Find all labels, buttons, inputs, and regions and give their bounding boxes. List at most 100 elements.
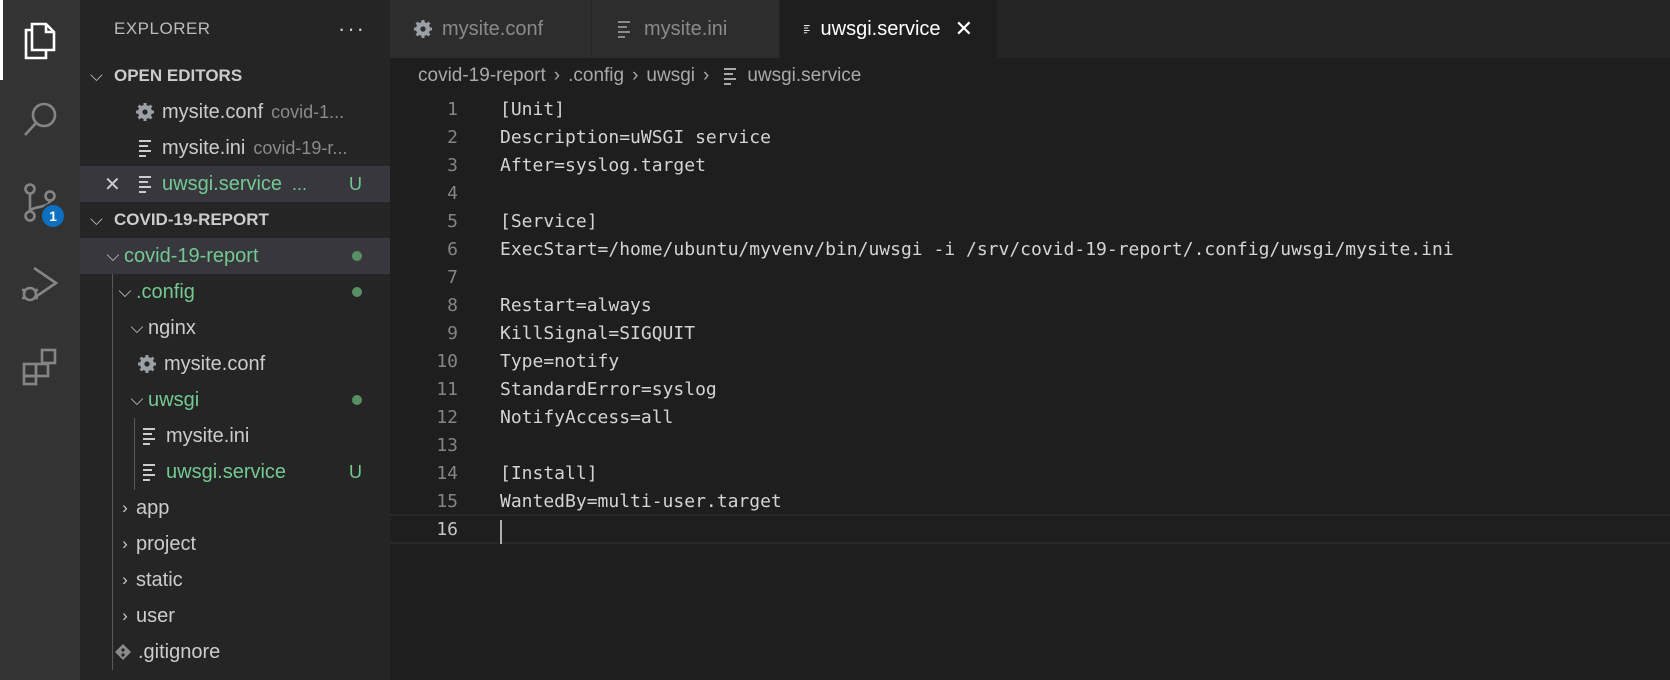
open-editor-desc: covid-1...: [271, 101, 345, 122]
code-line[interactable]: 11 StandardError=syslog: [390, 374, 1670, 404]
chevron-right-icon: ›: [122, 606, 128, 625]
code-line[interactable]: 6 ExecStart=/home/ubuntu/myvenv/bin/uwsgi…: [390, 234, 1670, 264]
code-line[interactable]: 5 [Service]: [390, 206, 1670, 236]
git-icon: [115, 644, 131, 660]
tree-folder-config[interactable]: ⌵ .config: [80, 274, 390, 310]
tree-label: .gitignore: [138, 640, 221, 663]
search-icon: [24, 102, 57, 136]
project-section[interactable]: ⌵ COVID-19-REPORT: [80, 202, 390, 238]
code-line[interactable]: 15 WantedBy=multi-user.target: [390, 486, 1670, 516]
indent-guide: [112, 454, 113, 490]
indent-guide: [134, 454, 135, 490]
line-number: 13: [436, 434, 458, 456]
code-line[interactable]: 8 Restart=always: [390, 290, 1670, 320]
tree-file-nginx-conf[interactable]: mysite.conf: [80, 346, 390, 382]
code-line[interactable]: 12 NotifyAccess=all: [390, 402, 1670, 432]
line-number: 4: [447, 182, 458, 204]
indent-guide: [112, 634, 113, 670]
tab-label: uwsgi.service: [820, 17, 941, 40]
code-editor[interactable]: 1 [Unit] 2 Description=uWSGI service 3 After=…: [390, 94, 1670, 680]
scm-badge: 1: [40, 203, 66, 229]
code-line[interactable]: 10 Type=notify: [390, 346, 1670, 376]
close-icon[interactable]: ✕: [104, 172, 134, 197]
source-control-activity[interactable]: 1: [0, 162, 80, 242]
indent-guide: [112, 598, 113, 634]
lines-icon: [143, 464, 155, 481]
code-line[interactable]: 4: [390, 178, 1670, 208]
breadcrumb-item[interactable]: .config: [568, 65, 624, 87]
tree-folder-user[interactable]: › user: [80, 598, 390, 634]
code-line[interactable]: 9 KillSignal=SIGQUIT: [390, 318, 1670, 348]
line-number: 8: [447, 294, 458, 316]
indent-guide: [134, 418, 135, 454]
code-text: [Unit]: [500, 98, 566, 120]
open-editor-item[interactable]: mysite.ini covid-19-r...: [80, 130, 390, 166]
open-editors-section[interactable]: ⌵ OPEN EDITORS: [80, 58, 390, 94]
line-number: 16: [436, 518, 458, 540]
code-text: StandardError=syslog: [500, 378, 717, 400]
tree-folder-project[interactable]: › project: [80, 526, 390, 562]
tree-file-uwsgi-ini[interactable]: mysite.ini: [80, 418, 390, 454]
code-line[interactable]: 7: [390, 262, 1670, 292]
tree-folder-app[interactable]: › app: [80, 490, 390, 526]
code-line[interactable]: 14 [Install]: [390, 458, 1670, 488]
tab-mysite-conf[interactable]: mysite.conf: [390, 0, 592, 58]
code-line[interactable]: 3 After=syslog.target: [390, 150, 1670, 180]
indent-guide: [112, 346, 113, 382]
explorer-activity[interactable]: [0, 0, 80, 80]
code-text: Restart=always: [500, 294, 652, 316]
breadcrumb-item[interactable]: covid-19-report: [418, 65, 546, 87]
close-icon[interactable]: ✕: [955, 16, 973, 42]
explorer-title: EXPLORER: [114, 19, 211, 38]
line-number: 14: [436, 462, 458, 484]
code-line[interactable]: 2 Description=uWSGI service: [390, 122, 1670, 152]
activity-bar: 1: [0, 0, 80, 680]
indent-guide: [112, 274, 113, 310]
code-line[interactable]: 1 [Unit]: [390, 94, 1670, 124]
tree-folder-uwsgi[interactable]: ⌵ uwsgi: [80, 382, 390, 418]
code-text: KillSignal=SIGQUIT: [500, 322, 696, 344]
line-number: 5: [447, 210, 458, 232]
tree-label: nginx: [148, 316, 196, 339]
run-debug-icon: [22, 266, 59, 302]
tree-folder-nginx[interactable]: ⌵ nginx: [80, 310, 390, 346]
search-activity[interactable]: [0, 80, 80, 160]
tab-mysite-ini[interactable]: mysite.ini: [592, 0, 780, 58]
chevron-right-icon: ›: [553, 65, 561, 86]
line-number: 15: [436, 490, 458, 512]
code-line[interactable]: 13: [390, 430, 1670, 460]
tree-label: uwsgi.service: [166, 460, 287, 483]
untracked-badge: U: [349, 461, 362, 482]
run-debug-activity[interactable]: [0, 244, 80, 324]
tree-label: covid-19-report: [124, 244, 259, 267]
open-editor-name: mysite.ini: [162, 136, 246, 159]
lines-icon: [139, 140, 151, 157]
open-editor-item-active[interactable]: ✕ uwsgi.service ... U: [80, 166, 390, 202]
tree-file-gitignore[interactable]: .gitignore: [80, 634, 390, 670]
tree-folder-static[interactable]: › static: [80, 562, 390, 598]
open-editor-name: mysite.conf: [162, 100, 264, 123]
tree-file-uwsgi-service[interactable]: uwsgi.service U: [80, 454, 390, 490]
extensions-activity[interactable]: [0, 326, 80, 406]
untracked-badge: U: [349, 173, 362, 194]
more-actions-icon[interactable]: ···: [338, 16, 366, 42]
modified-dot: [352, 287, 362, 297]
indent-guide: [112, 418, 113, 454]
open-editors-label: OPEN EDITORS: [114, 66, 243, 85]
open-editor-item[interactable]: mysite.conf covid-1...: [80, 94, 390, 130]
text-cursor: [500, 520, 502, 544]
indent-guide: [112, 310, 113, 346]
breadcrumb-item[interactable]: uwsgi: [646, 65, 695, 87]
tree-label: project: [136, 532, 197, 555]
breadcrumb-item[interactable]: uwsgi.service: [747, 65, 861, 87]
code-text: Type=notify: [500, 350, 620, 372]
tree-folder-root[interactable]: ⌵ covid-19-report: [80, 238, 390, 274]
gear-icon: [138, 355, 156, 373]
modified-dot: [352, 251, 362, 261]
tab-uwsgi-service[interactable]: uwsgi.service ✕: [780, 0, 998, 58]
chevron-right-icon: ›: [122, 570, 128, 589]
code-line[interactable]: 16: [390, 514, 1670, 544]
line-number: 7: [447, 266, 458, 288]
gear-icon: [414, 20, 432, 38]
indent-guide: [112, 562, 113, 598]
